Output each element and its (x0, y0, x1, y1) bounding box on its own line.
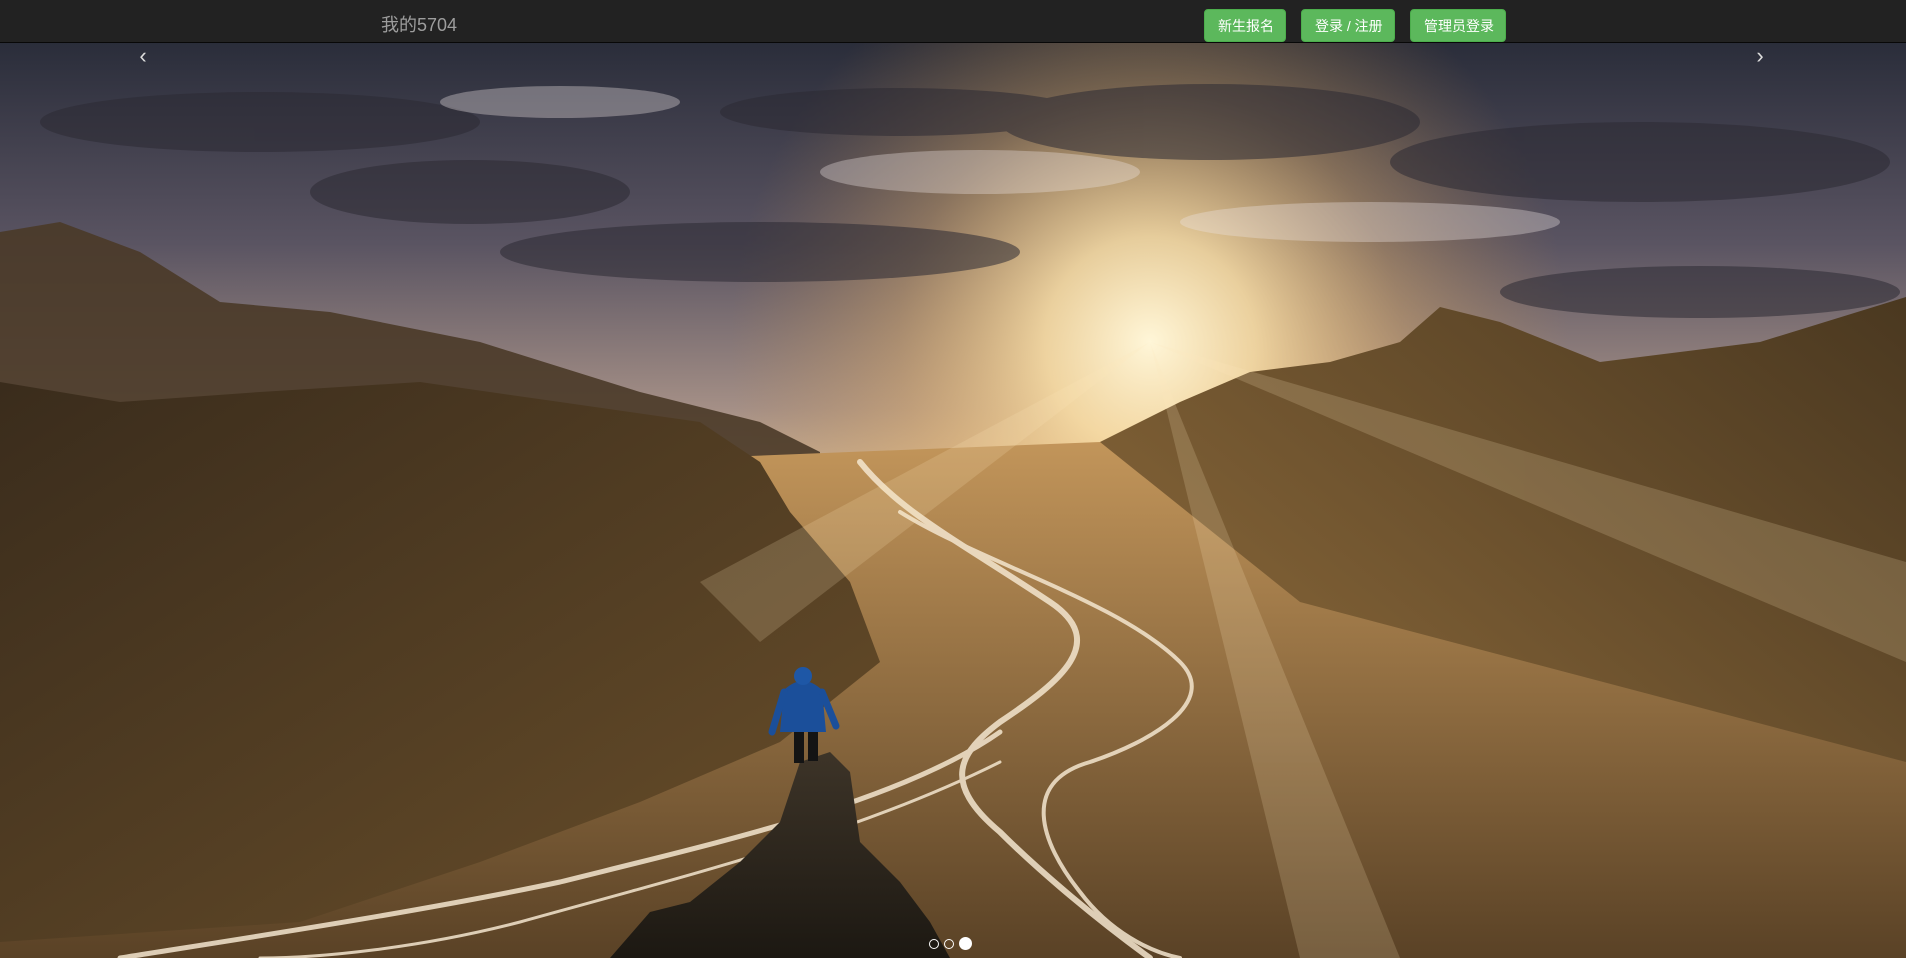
admin-login-button[interactable]: 管理员登录 (1410, 9, 1506, 42)
carousel-prev-control[interactable]: ‹ (123, 42, 163, 70)
page: 我的5704 新生报名 登录 / 注册 管理员登录 ‹ › (0, 0, 1906, 958)
carousel-indicator-2[interactable] (944, 939, 954, 949)
register-button[interactable]: 新生报名 (1204, 9, 1286, 42)
login-register-button[interactable]: 登录 / 注册 (1301, 9, 1395, 42)
carousel-next-control[interactable]: › (1740, 42, 1780, 70)
brand-link[interactable]: 我的5704 (381, 0, 457, 42)
hero-slide-image (0, 42, 1906, 958)
top-navbar: 我的5704 新生报名 登录 / 注册 管理员登录 (0, 0, 1906, 43)
hero-carousel: ‹ › (0, 42, 1906, 958)
chevron-left-icon: ‹ (139, 43, 147, 68)
chevron-right-icon: › (1756, 43, 1764, 68)
carousel-indicator-3-active[interactable] (959, 937, 972, 950)
carousel-indicator-1[interactable] (929, 939, 939, 949)
